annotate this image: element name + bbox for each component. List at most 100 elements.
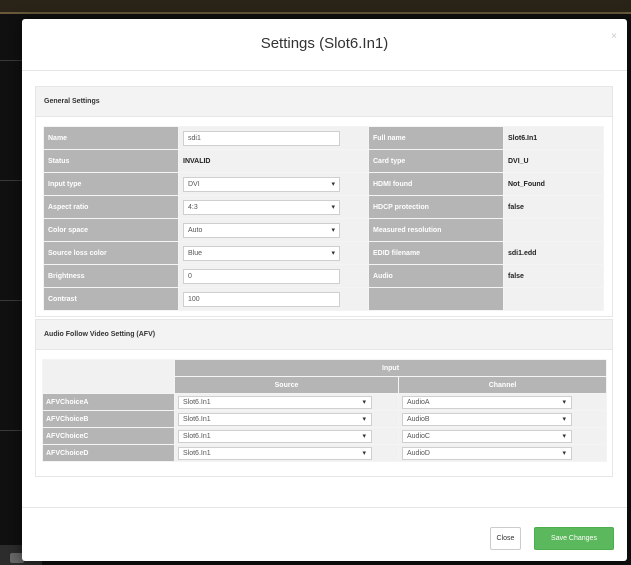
source-header: Source	[174, 376, 399, 394]
hdcp-protection-value: false	[503, 195, 604, 219]
table-row: Contrast 100	[43, 287, 604, 311]
status-label: Status	[43, 149, 179, 173]
general-settings-heading: General Settings	[36, 87, 612, 117]
chevron-down-icon: ▾	[362, 449, 366, 457]
select-value: Slot6.In1	[183, 432, 211, 440]
afv-choice-d-label: AFVChoiceD	[42, 444, 175, 462]
afv-corner-cell	[42, 359, 175, 394]
full-name-value: Slot6.In1	[503, 126, 604, 150]
table-row: Color space Auto ▾ Measured resolution	[43, 218, 604, 242]
measured-resolution-label: Measured resolution	[368, 218, 504, 242]
aspect-ratio-label: Aspect ratio	[43, 195, 179, 219]
chevron-down-icon: ▾	[562, 432, 566, 440]
close-button[interactable]: Close	[490, 527, 521, 550]
aspect-ratio-select[interactable]: 4:3 ▾	[183, 199, 340, 215]
chevron-down-icon: ▾	[331, 249, 335, 257]
card-type-value: DVI_U	[503, 149, 604, 173]
background-divider	[0, 60, 22, 61]
background-divider	[0, 430, 22, 431]
hdcp-protection-label: HDCP protection	[368, 195, 504, 219]
contrast-label: Contrast	[43, 287, 179, 311]
chevron-down-icon: ▾	[562, 415, 566, 423]
input-type-label: Input type	[43, 172, 179, 196]
afv-choice-a-label: AFVChoiceA	[42, 393, 175, 411]
afv-choice-a-channel-select[interactable]: AudioA ▾	[402, 395, 572, 409]
select-value: AudioA	[407, 398, 430, 406]
table-row: Status INVALID Card type DVI_U	[43, 149, 604, 173]
edid-filename-value: sdi1.edd	[503, 241, 604, 265]
chevron-down-icon: ▾	[562, 449, 566, 457]
settings-modal: Settings (Slot6.In1) × General Settings …	[22, 19, 627, 561]
audio-label: Audio	[368, 264, 504, 288]
chevron-down-icon: ▾	[331, 203, 335, 211]
afv-table: Input Source Channel AFVChoiceA Slot6.In…	[42, 359, 607, 462]
table-row: Source loss color Blue ▾ EDID filename sd…	[43, 241, 604, 265]
save-changes-button[interactable]: Save Changes	[534, 527, 614, 550]
table-row: Input type DVI ▾ HDMI found Not_Found	[43, 172, 604, 196]
background-divider	[0, 300, 22, 301]
general-settings-table: Name sdi1 Full name Slot6.In1 Status INV…	[43, 126, 604, 311]
input-type-select-value: DVI	[188, 180, 200, 188]
empty-value-cell	[503, 287, 604, 311]
afv-choice-a-source-select[interactable]: Slot6.In1 ▾	[178, 395, 372, 409]
source-loss-color-select-value: Blue	[188, 249, 203, 257]
status-value: INVALID	[178, 149, 369, 173]
card-type-label: Card type	[368, 149, 504, 173]
afv-settings-panel: Audio Follow Video Setting (AFV) Input S…	[35, 319, 613, 477]
afv-choice-d-source-select[interactable]: Slot6.In1 ▾	[178, 446, 372, 460]
chevron-down-icon: ▾	[362, 432, 366, 440]
afv-choice-c-label: AFVChoiceC	[42, 427, 175, 445]
table-row: Brightness 0 Audio false	[43, 264, 604, 288]
chevron-down-icon: ▾	[331, 226, 335, 234]
color-space-label: Color space	[43, 218, 179, 242]
background-app-bar	[0, 0, 631, 14]
table-header-row: Input	[42, 359, 607, 394]
table-row: AFVChoiceB Slot6.In1 ▾ AudioB ▾	[42, 410, 607, 428]
table-row: Aspect ratio 4:3 ▾ HDCP protection false	[43, 195, 604, 219]
afv-choice-b-source-select[interactable]: Slot6.In1 ▾	[178, 412, 372, 426]
chevron-down-icon: ▾	[362, 398, 366, 406]
name-input[interactable]: sdi1	[183, 130, 340, 146]
afv-choice-b-label: AFVChoiceB	[42, 410, 175, 428]
table-row: Name sdi1 Full name Slot6.In1	[43, 126, 604, 150]
select-value: Slot6.In1	[183, 415, 211, 423]
table-row: AFVChoiceA Slot6.In1 ▾ AudioA ▾	[42, 393, 607, 411]
select-value: Slot6.In1	[183, 449, 211, 457]
select-value: Slot6.In1	[183, 398, 211, 406]
afv-choice-d-channel-select[interactable]: AudioD ▾	[402, 446, 572, 460]
hdmi-found-label: HDMI found	[368, 172, 504, 196]
afv-choice-c-source-select[interactable]: Slot6.In1 ▾	[178, 429, 372, 443]
chevron-down-icon: ▾	[562, 398, 566, 406]
select-value: AudioC	[407, 432, 430, 440]
select-value: AudioB	[407, 415, 430, 423]
general-settings-panel: General Settings Name sdi1 Full name Slo…	[35, 86, 613, 317]
input-header: Input	[174, 359, 607, 377]
measured-resolution-value	[503, 218, 604, 242]
name-label: Name	[43, 126, 179, 150]
chevron-down-icon: ▾	[331, 180, 335, 188]
select-value: AudioD	[407, 449, 430, 457]
afv-choice-c-channel-select[interactable]: AudioC ▾	[402, 429, 572, 443]
chevron-down-icon: ▾	[362, 415, 366, 423]
audio-value: false	[503, 264, 604, 288]
color-space-select-value: Auto	[188, 226, 203, 234]
afv-settings-heading: Audio Follow Video Setting (AFV)	[36, 320, 612, 350]
brightness-input[interactable]: 0	[183, 268, 340, 284]
source-loss-color-select[interactable]: Blue ▾	[183, 245, 340, 261]
full-name-label: Full name	[368, 126, 504, 150]
afv-choice-b-channel-select[interactable]: AudioB ▾	[402, 412, 572, 426]
contrast-input[interactable]: 100	[183, 291, 340, 307]
input-type-select[interactable]: DVI ▾	[183, 176, 340, 192]
brightness-label: Brightness	[43, 264, 179, 288]
edid-filename-label: EDID filename	[368, 241, 504, 265]
channel-header: Channel	[398, 376, 607, 394]
color-space-select[interactable]: Auto ▾	[183, 222, 340, 238]
close-icon[interactable]: ×	[611, 31, 617, 42]
hdmi-found-value: Not_Found	[503, 172, 604, 196]
modal-header: Settings (Slot6.In1) ×	[22, 19, 627, 71]
background-divider	[0, 180, 22, 181]
table-row: AFVChoiceC Slot6.In1 ▾ AudioC ▾	[42, 427, 607, 445]
table-row: AFVChoiceD Slot6.In1 ▾ AudioD ▾	[42, 444, 607, 462]
empty-label-cell	[368, 287, 504, 311]
aspect-ratio-select-value: 4:3	[188, 203, 198, 211]
